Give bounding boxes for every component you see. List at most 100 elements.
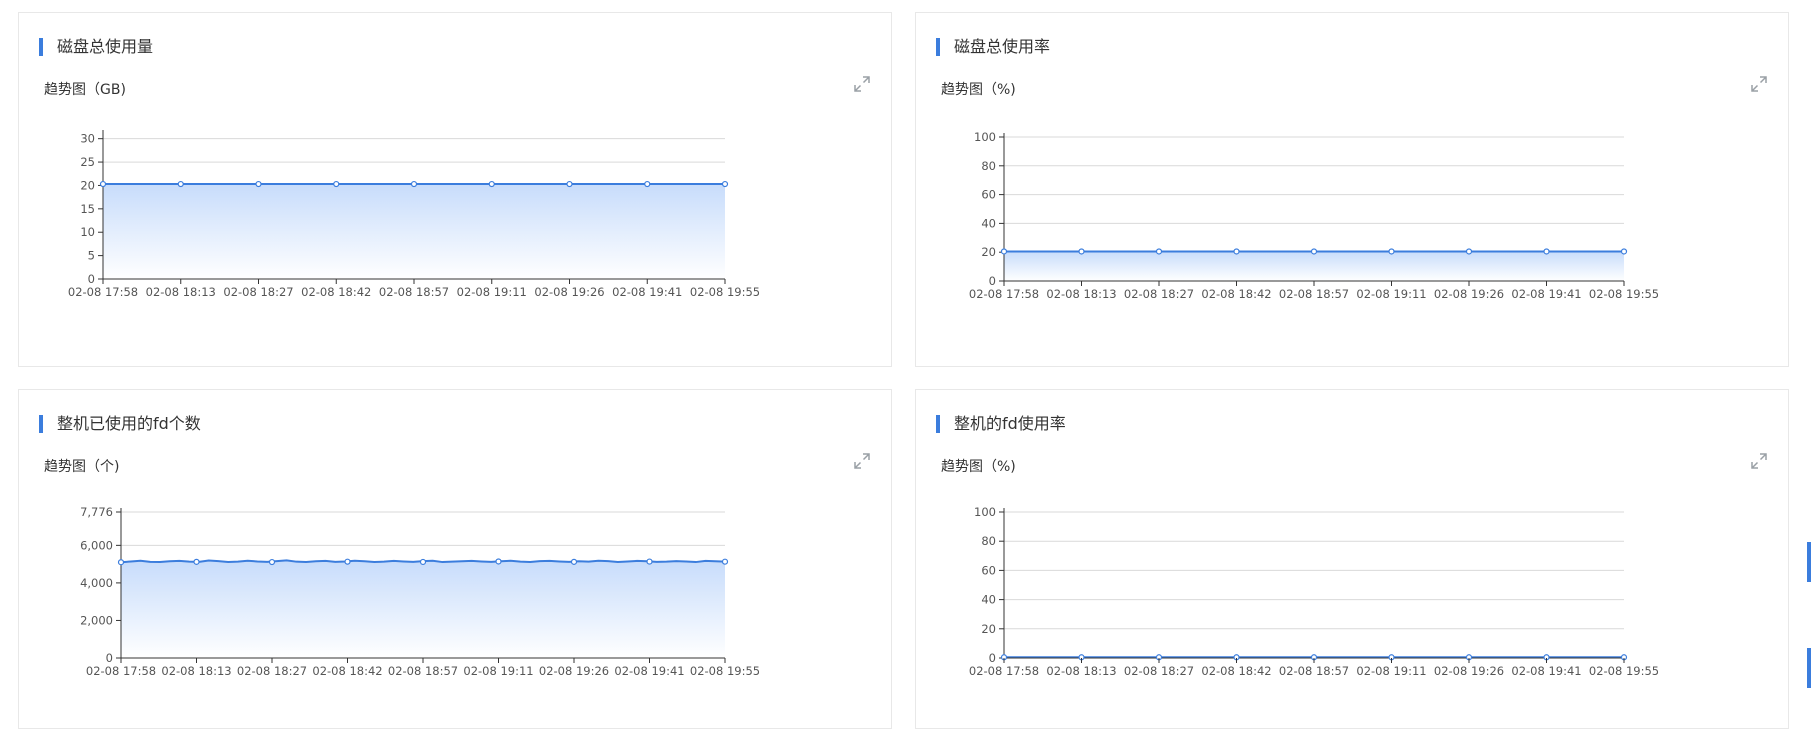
x-tick-label: 02-08 18:57 <box>1279 287 1349 301</box>
x-tick-label: 02-08 19:55 <box>690 664 760 678</box>
x-tick-label: 02-08 19:55 <box>1589 287 1659 301</box>
data-point <box>1078 248 1085 255</box>
data-point <box>193 558 200 565</box>
scroll-marker[interactable] <box>1807 648 1811 688</box>
y-tick-label: 20 <box>80 178 95 192</box>
x-tick-label: 02-08 18:57 <box>388 664 458 678</box>
data-point <box>1000 248 1008 255</box>
disk-usage-rate-chart: 0 20 40 60 80 100 02-08 17:58 02-08 18:13 02-08 … <box>969 130 1659 301</box>
series-area <box>103 184 725 279</box>
y-tick-label: 5 <box>88 249 95 263</box>
data-point <box>721 180 729 188</box>
y-tick-label: 15 <box>80 202 95 216</box>
x-tick-label: 02-08 18:57 <box>379 285 449 299</box>
x-tick-label: 02-08 19:11 <box>1356 287 1426 301</box>
chart-panel-disk-usage: 磁盘总使用量 趋势图（GB) 0 5 10 15 20 25 30 02-08 17:58 02… <box>18 12 892 367</box>
data-point <box>1310 248 1318 255</box>
y-tick-label: 20 <box>981 622 996 636</box>
data-point <box>644 180 651 188</box>
chart-panel-fd-count: 整机已使用的fd个数 趋势图（个) 0 2,000 4,000 6,000 7,776 0… <box>18 389 892 729</box>
x-tick-label: 02-08 18:42 <box>1201 664 1271 678</box>
series-area <box>1004 251 1624 281</box>
data-point <box>488 180 495 188</box>
y-tick-label: 80 <box>981 534 996 548</box>
data-point <box>268 558 276 566</box>
data-point <box>570 558 578 565</box>
y-tick-label: 6,000 <box>80 538 113 552</box>
x-tick-label: 02-08 19:11 <box>457 285 527 299</box>
x-tick-label: 02-08 18:13 <box>1046 287 1116 301</box>
x-tick-label: 02-08 18:13 <box>1046 664 1116 678</box>
y-tick-label: 60 <box>981 188 996 202</box>
x-tick-label: 02-08 18:42 <box>1201 287 1271 301</box>
x-tick-label: 02-08 17:58 <box>969 287 1039 301</box>
data-point <box>721 558 729 565</box>
y-tick-label: 100 <box>974 130 996 144</box>
data-point <box>646 558 653 565</box>
y-tick-label: 0 <box>989 651 996 665</box>
x-tick-label: 02-08 18:27 <box>223 285 293 299</box>
chart-panel-disk-usage-rate: 磁盘总使用率 趋势图（%) 0 20 40 60 80 100 02-08 17:58 02-… <box>915 12 1789 367</box>
data-point <box>1465 248 1473 255</box>
x-tick-label: 02-08 19:55 <box>1589 664 1659 678</box>
x-tick-label: 02-08 18:27 <box>1124 664 1194 678</box>
y-tick-label: 40 <box>981 593 996 607</box>
data-point <box>99 180 107 188</box>
x-tick-label: 02-08 18:27 <box>1124 287 1194 301</box>
scroll-marker[interactable] <box>1807 542 1811 582</box>
y-tick-label: 0 <box>989 274 996 288</box>
y-tick-label: 100 <box>974 505 996 519</box>
y-tick-label: 2,000 <box>80 613 113 627</box>
y-tick-label: 0 <box>88 272 95 286</box>
x-tick-label: 02-08 18:42 <box>312 664 382 678</box>
x-tick-label: 02-08 17:58 <box>68 285 138 299</box>
y-tick-label: 25 <box>80 155 95 169</box>
x-tick-label: 02-08 19:55 <box>690 285 760 299</box>
x-tick-label: 02-08 18:13 <box>146 285 216 299</box>
x-tick-label: 02-08 18:27 <box>237 664 307 678</box>
y-tick-label: 20 <box>981 245 996 259</box>
fd-count-chart: 0 2,000 4,000 6,000 7,776 02-08 17:58 02-08 18… <box>80 505 760 678</box>
data-point <box>1543 248 1550 255</box>
data-point <box>255 180 262 188</box>
x-tick-label: 02-08 17:58 <box>969 664 1039 678</box>
chart-panel-fd-usage-rate: 整机的fd使用率 趋势图（%) 0 20 40 60 80 100 02-08 17:58 0… <box>915 389 1789 729</box>
disk-usage-chart: 0 5 10 15 20 25 30 02-08 17:58 02-08 18:13 02-08 … <box>68 130 760 299</box>
x-tick-label: 02-08 19:41 <box>1511 287 1581 301</box>
data-point <box>1388 248 1395 255</box>
y-tick-label: 10 <box>80 225 95 239</box>
x-tick-label: 02-08 19:26 <box>1434 287 1504 301</box>
y-tick-label: 80 <box>981 159 996 173</box>
x-tick-label: 02-08 19:11 <box>1356 664 1426 678</box>
x-tick-label: 02-08 17:58 <box>86 664 156 678</box>
y-tick-label: 40 <box>981 216 996 230</box>
y-tick-label: 30 <box>80 132 95 146</box>
x-tick-label: 02-08 19:41 <box>612 285 682 299</box>
y-tick-label: 0 <box>106 651 113 665</box>
data-point <box>1233 248 1240 255</box>
x-tick-label: 02-08 19:41 <box>1511 664 1581 678</box>
series-area <box>121 560 725 658</box>
x-tick-label: 02-08 19:41 <box>614 664 684 678</box>
x-tick-label: 02-08 19:26 <box>534 285 604 299</box>
fd-usage-rate-chart: 0 20 40 60 80 100 02-08 17:58 02-08 18:13 02-08 … <box>969 505 1659 678</box>
data-point <box>495 558 502 565</box>
y-tick-label: 7,776 <box>80 505 113 519</box>
data-point <box>566 180 573 188</box>
data-point <box>344 558 351 565</box>
data-point <box>1155 248 1163 255</box>
y-tick-label: 60 <box>981 563 996 577</box>
data-point <box>419 558 427 566</box>
data-point <box>333 180 340 188</box>
data-point <box>410 180 418 188</box>
x-tick-label: 02-08 18:57 <box>1279 664 1349 678</box>
x-tick-label: 02-08 19:26 <box>539 664 609 678</box>
data-point <box>1620 248 1628 255</box>
x-tick-label: 02-08 19:11 <box>463 664 533 678</box>
x-tick-label: 02-08 19:26 <box>1434 664 1504 678</box>
x-tick-label: 02-08 18:42 <box>301 285 371 299</box>
y-tick-label: 4,000 <box>80 576 113 590</box>
x-tick-label: 02-08 18:13 <box>161 664 231 678</box>
data-point <box>177 180 184 188</box>
data-point <box>117 559 125 566</box>
